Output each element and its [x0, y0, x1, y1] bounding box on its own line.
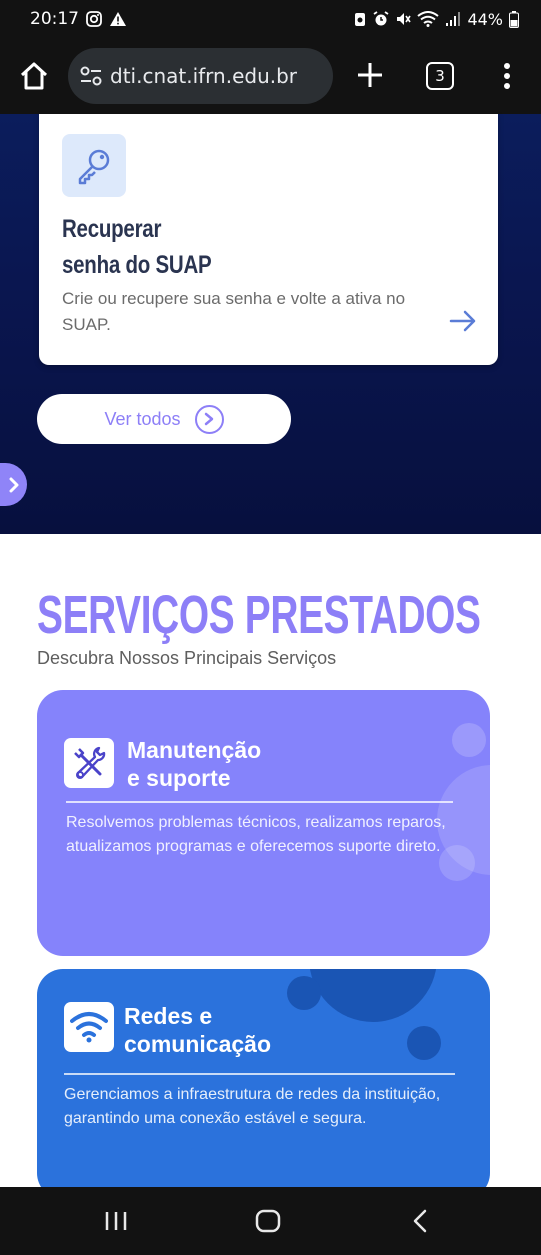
data-saver-icon: [355, 13, 366, 26]
service-title-line1: Manutenção: [127, 737, 262, 763]
home-nav-icon: [255, 1209, 281, 1233]
status-right: 44%: [353, 10, 519, 29]
service-card-maintenance[interactable]: Manutenção e suporte Resolvemos problema…: [37, 690, 490, 956]
wifi-icon-box: [64, 1002, 114, 1052]
url-text: dti.cnat.ifrn.edu.br: [110, 64, 298, 88]
service-description-network: Gerenciamos a infraestrutura de redes da…: [64, 1086, 441, 1127]
decorative-circle: [309, 969, 437, 1022]
back-icon: [413, 1209, 427, 1233]
tools-icon-box: [64, 738, 114, 788]
see-all-button[interactable]: Ver todos: [37, 394, 291, 444]
service-description-maintenance: Resolvemos problemas técnicos, realizamo…: [66, 814, 446, 855]
decorative-circle: [452, 723, 486, 757]
recover-title-line1: Recuperar: [62, 215, 162, 243]
status-bar: 20:17 44%: [0, 0, 541, 38]
service-divider: [64, 1073, 455, 1075]
back-button[interactable]: [400, 1205, 440, 1237]
services-subtitle: Descubra Nossos Principais Serviços: [37, 648, 337, 668]
tools-icon: [74, 746, 106, 779]
service-title-maintenance: Manutenção e suporte: [127, 736, 261, 792]
wifi-status-icon: [417, 11, 440, 27]
browser-toolbar: dti.cnat.ifrn.edu.br 3: [0, 38, 541, 114]
signal-icon: [446, 12, 461, 26]
key-icon-box: [62, 134, 126, 197]
instagram-icon: [86, 11, 102, 27]
warning-icon: [110, 12, 126, 26]
arrow-right-icon[interactable]: [449, 309, 477, 333]
home-icon: [20, 62, 48, 90]
tabs-icon[interactable]: 3: [426, 62, 454, 90]
battery-percent: 44%: [467, 9, 503, 29]
see-all-circle: [194, 404, 224, 434]
service-title-line2: comunicação: [124, 1031, 271, 1057]
alarm-icon: [373, 11, 389, 26]
recover-password-card[interactable]: Recuperar senha do SUAP Crie ou recupere…: [39, 114, 498, 365]
battery-icon: [509, 10, 519, 28]
new-tab-button[interactable]: [355, 60, 385, 90]
wifi-icon: [70, 1012, 108, 1043]
recover-card-description: Crie ou recupere sua senha e volte a ati…: [62, 289, 406, 334]
service-divider: [66, 801, 453, 803]
home-nav-button[interactable]: [248, 1205, 288, 1237]
home-button[interactable]: [18, 60, 50, 92]
service-card-network[interactable]: Redes e comunicação Gerenciamos a infrae…: [37, 969, 490, 1199]
recover-card-title: Recuperar senha do SUAP: [62, 211, 308, 283]
tab-count: 3: [435, 67, 445, 85]
service-title-network: Redes e comunicação: [124, 1002, 271, 1058]
decorative-circle: [407, 1026, 441, 1060]
more-menu-button[interactable]: [495, 60, 519, 92]
status-time: 20:17: [30, 9, 79, 29]
system-nav-bar: [0, 1187, 541, 1255]
status-left: 20:17: [30, 9, 127, 29]
recover-title-line2: senha do SUAP: [62, 251, 212, 279]
see-all-label: Ver todos: [104, 408, 181, 429]
services-title: SERVIÇOS PRESTADOS: [37, 585, 481, 645]
decorative-circle: [287, 976, 321, 1010]
chevron-right-icon: [9, 477, 18, 492]
recents-icon: [105, 1212, 127, 1230]
more-icon: [504, 63, 510, 89]
service-title-line2: e suporte: [127, 765, 231, 791]
recents-button[interactable]: [96, 1205, 136, 1237]
site-settings-icon[interactable]: [80, 66, 102, 86]
chevron-right-icon: [204, 412, 214, 426]
address-bar[interactable]: dti.cnat.ifrn.edu.br: [68, 48, 333, 104]
key-icon: [78, 149, 110, 184]
mute-icon: [397, 13, 412, 25]
service-title-line1: Redes e: [124, 1003, 213, 1029]
plus-icon: [358, 63, 382, 87]
